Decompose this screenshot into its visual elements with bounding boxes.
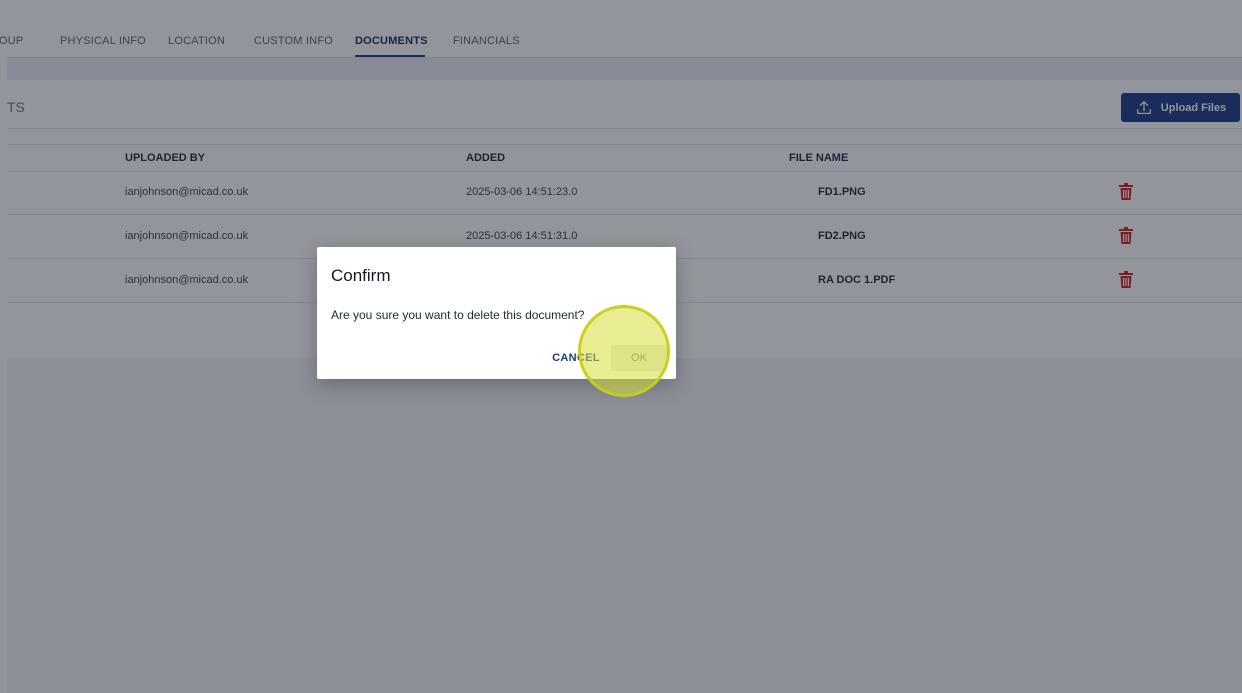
screen: OUP PHYSICAL INFO LOCATION CUSTOM INFO D… — [0, 0, 1242, 693]
dialog-message: Are you sure you want to delete this doc… — [331, 308, 585, 322]
cancel-button[interactable]: CANCEL — [547, 345, 605, 371]
confirm-dialog: Confirm Are you sure you want to delete … — [317, 247, 676, 379]
ok-button[interactable]: OK — [611, 345, 667, 371]
dialog-title: Confirm — [331, 266, 391, 285]
